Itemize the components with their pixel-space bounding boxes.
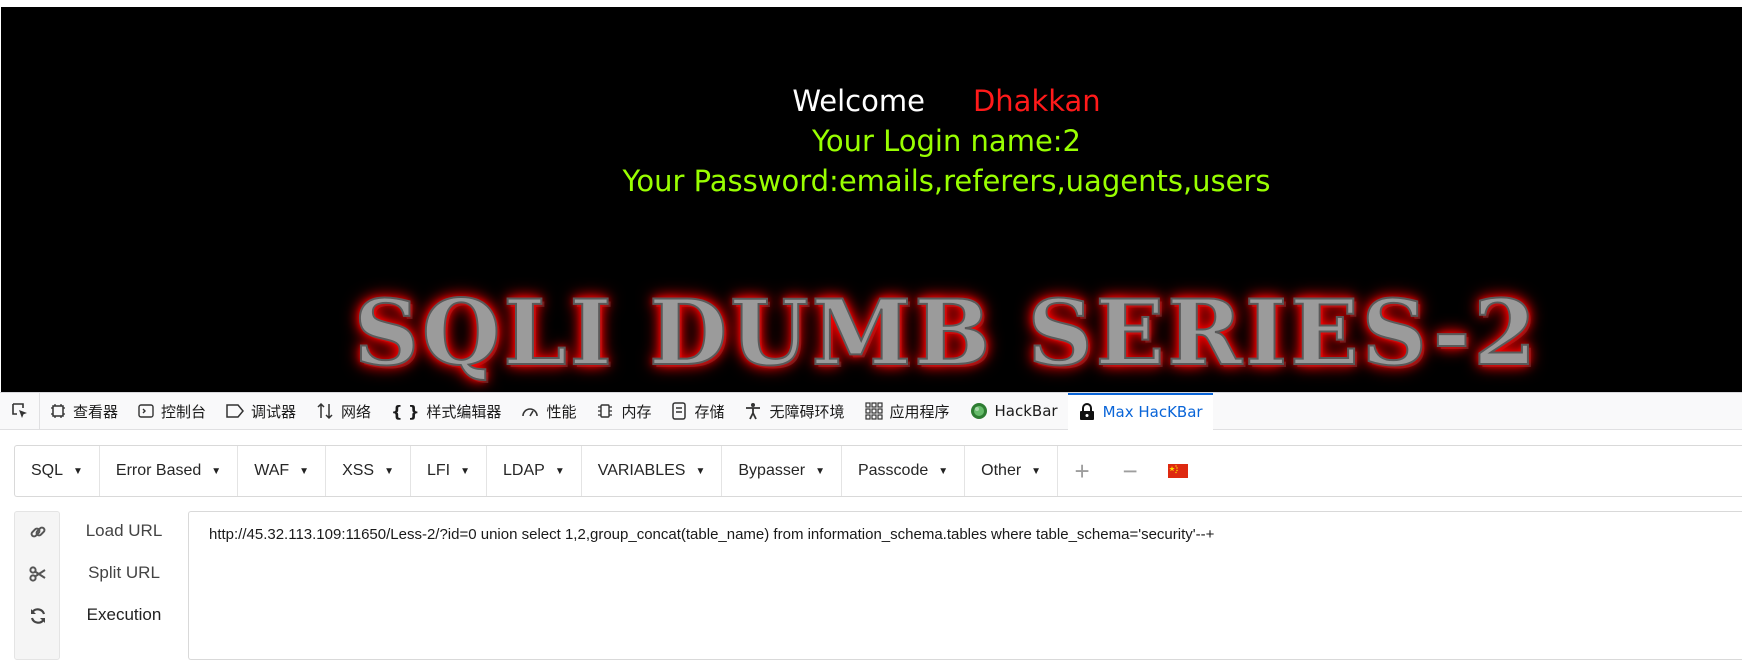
tab-label: 无障碍环境	[769, 402, 845, 421]
tab-label: 查看器	[73, 402, 119, 421]
network-icon	[316, 402, 334, 420]
split-url-button[interactable]: Split URL	[62, 553, 186, 593]
tab-label: 存储	[694, 402, 725, 421]
tab-label: 应用程序	[889, 402, 950, 421]
performance-icon	[521, 403, 539, 419]
menu-label: LFI	[426, 462, 451, 479]
tab-network[interactable]: 网络	[306, 393, 381, 430]
max-hackbar-icon	[1078, 403, 1096, 421]
tab-console[interactable]: 控制台	[128, 393, 216, 430]
menu-other[interactable]: Other ▼	[965, 446, 1059, 496]
storage-icon	[671, 402, 687, 420]
menu-sql[interactable]: SQL ▼	[15, 446, 100, 496]
devtools-panel: 查看器 控制台 调试器 网络 { } 样式编辑器 性能 内存 存储 无障碍环境 …	[0, 392, 1742, 660]
tab-application[interactable]: 应用程序	[855, 393, 960, 430]
menu-label: Error Based	[115, 462, 202, 479]
menu-label: Passcode	[857, 462, 929, 479]
console-icon	[138, 403, 154, 419]
memory-icon	[596, 402, 614, 420]
add-button[interactable]: +	[1058, 446, 1106, 496]
caret-down-icon: ▼	[460, 465, 471, 477]
tab-max-hackbar[interactable]: Max HacKBar	[1067, 392, 1213, 430]
caret-down-icon: ▼	[1031, 465, 1042, 477]
remove-button[interactable]: −	[1106, 446, 1154, 496]
menu-error-based[interactable]: Error Based ▼	[100, 446, 239, 496]
tab-label: 性能	[546, 402, 577, 421]
tab-label: 内存	[621, 402, 652, 421]
inspector-icon	[50, 403, 66, 419]
tab-label: 样式编辑器	[426, 402, 502, 421]
style-editor-icon: { }	[391, 401, 420, 421]
menu-passcode[interactable]: Passcode ▼	[842, 446, 966, 496]
tab-label: 调试器	[251, 402, 297, 421]
tab-inspector[interactable]: 查看器	[40, 393, 128, 430]
tab-hackbar[interactable]: HackBar	[960, 393, 1068, 430]
china-flag-icon[interactable]	[1154, 446, 1202, 496]
application-icon	[864, 402, 883, 420]
tab-label: HackBar	[994, 402, 1058, 420]
welcome-label: Welcome	[792, 84, 925, 118]
login-name-line: Your Login name:2	[811, 124, 1082, 158]
username: Dhakkan	[972, 84, 1101, 118]
caret-down-icon: ▼	[938, 465, 949, 477]
menu-label: XSS	[342, 462, 375, 479]
tab-memory[interactable]: 内存	[586, 393, 661, 430]
caret-down-icon: ▼	[299, 465, 310, 477]
caret-down-icon: ▼	[815, 465, 825, 477]
menu-label: Other	[981, 462, 1022, 479]
caret-down-icon: ▼	[211, 465, 222, 477]
menu-bypasser[interactable]: Bypasser ▼	[722, 446, 842, 496]
banner-title: SQLI DUMB SERIES-2	[353, 280, 1540, 386]
password-line: Your Password:emails,referers,uagents,us…	[622, 164, 1271, 198]
menu-label: WAF	[254, 462, 290, 479]
tab-storage[interactable]: 存储	[661, 393, 734, 430]
refresh-icon[interactable]	[15, 596, 61, 636]
tab-accessibility[interactable]: 无障碍环境	[734, 393, 854, 430]
debugger-icon	[226, 404, 245, 418]
web-page: Welcome Dhakkan Your Login name:2 Your Pa…	[0, 0, 1742, 392]
execution-button[interactable]: Execution	[62, 595, 186, 635]
tab-label: 控制台	[161, 402, 207, 421]
devtools-tab-bar: 查看器 控制台 调试器 网络 { } 样式编辑器 性能 内存 存储 无障碍环境 …	[0, 392, 1742, 430]
menu-label: SQL	[31, 462, 64, 479]
accessibility-icon	[744, 402, 762, 420]
tab-performance[interactable]: 性能	[511, 393, 586, 430]
menu-variables[interactable]: VARIABLES ▼	[582, 446, 723, 496]
menu-lfi[interactable]: LFI ▼	[411, 446, 488, 496]
menu-label: Bypasser	[738, 462, 806, 479]
menu-label: VARIABLES	[597, 462, 686, 479]
caret-down-icon: ▼	[73, 465, 83, 477]
element-picker-icon[interactable]	[0, 392, 40, 430]
menu-waf[interactable]: WAF ▼	[238, 446, 327, 496]
menu-label: LDAP	[503, 462, 545, 479]
menu-xss[interactable]: XSS ▼	[326, 446, 411, 496]
caret-down-icon: ▼	[554, 465, 565, 477]
hackbar-menu: SQL ▼ Error Based ▼ WAF ▼ XSS ▼ LFI ▼ LDAP ▼ V…	[14, 445, 1742, 497]
hackbar-side-icons	[14, 511, 60, 660]
caret-down-icon: ▼	[384, 465, 394, 477]
scissors-icon[interactable]	[15, 554, 61, 594]
welcome-line: Welcome Dhakkan	[1, 83, 1742, 119]
load-url-button[interactable]: Load URL	[62, 511, 186, 551]
tab-style-editor[interactable]: { } 样式编辑器	[381, 393, 511, 430]
page-content: Welcome Dhakkan Your Login name:2 Your Pa…	[1, 7, 1742, 392]
caret-down-icon: ▼	[695, 465, 706, 477]
tab-label: Max HacKBar	[1102, 403, 1203, 421]
url-textarea[interactable]: http://45.32.113.109:11650/Less-2/?id=0 …	[188, 511, 1742, 660]
tab-label: 网络	[341, 402, 372, 421]
link-icon[interactable]	[15, 512, 61, 552]
menu-ldap[interactable]: LDAP ▼	[487, 446, 582, 496]
hackbar-icon	[970, 402, 988, 420]
tab-debugger[interactable]: 调试器	[216, 393, 306, 430]
